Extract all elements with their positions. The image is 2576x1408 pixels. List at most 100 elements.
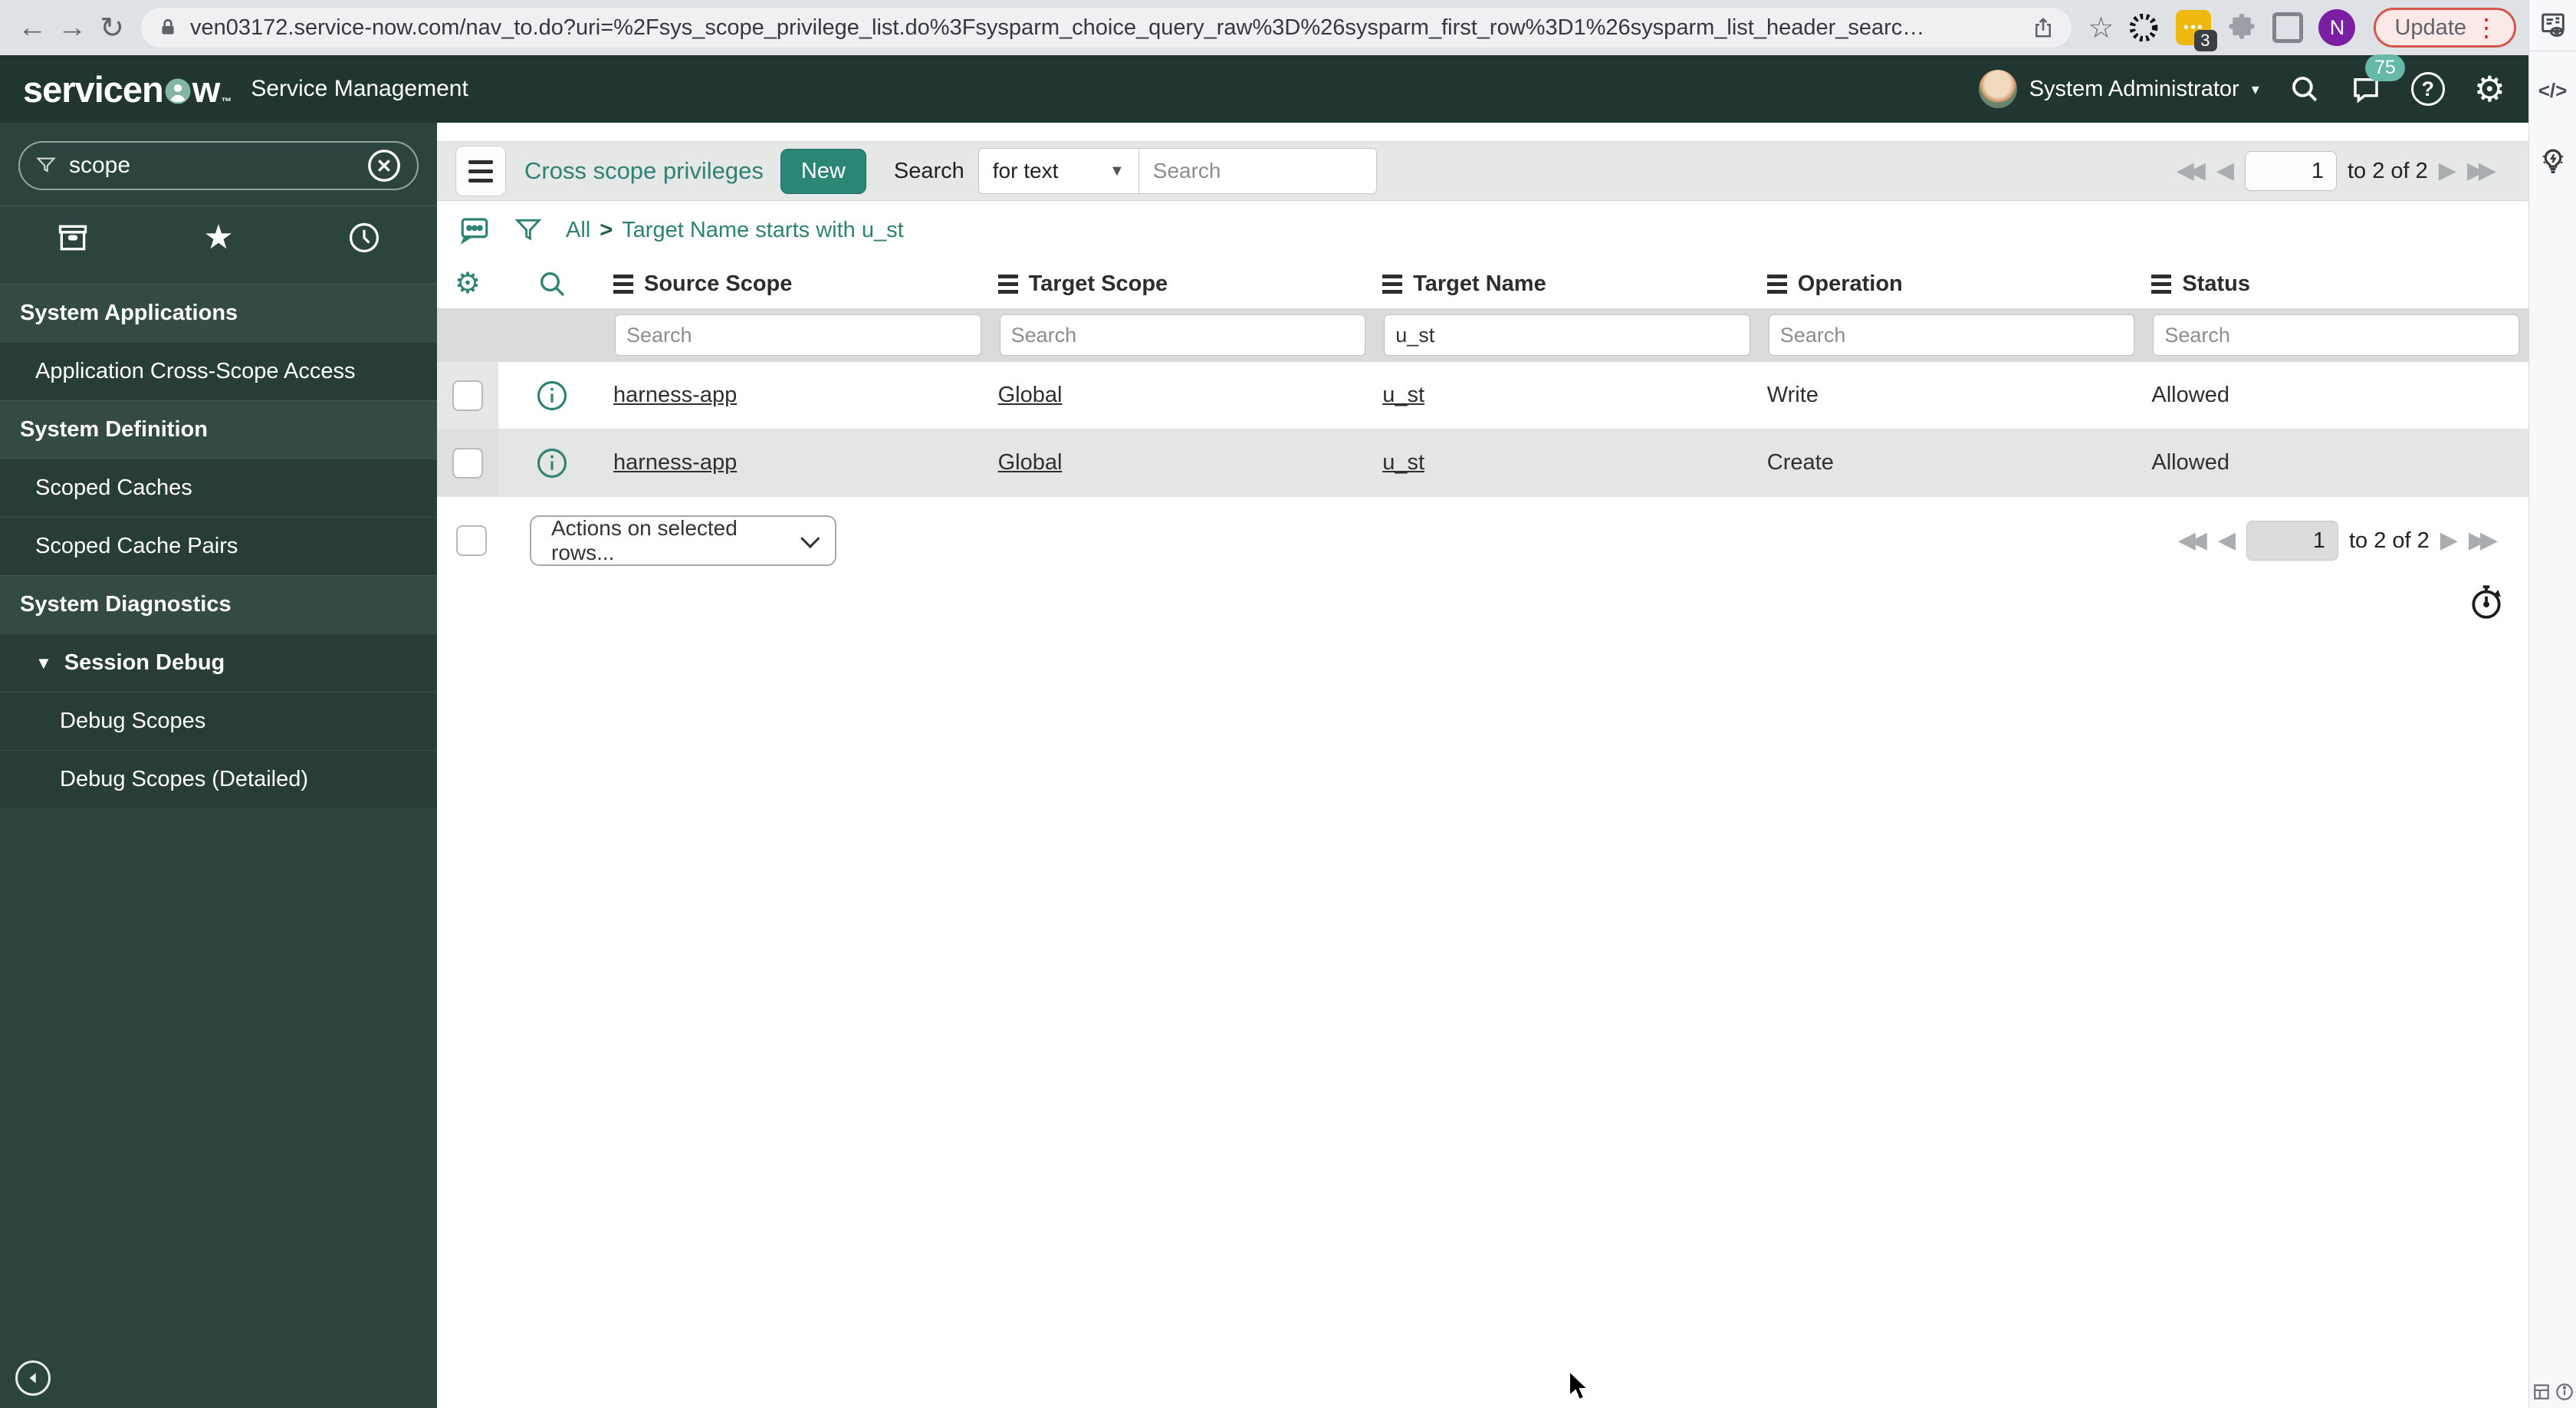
global-search-icon[interactable] — [2288, 73, 2321, 105]
record-info-icon[interactable] — [498, 380, 606, 412]
password-extension-icon[interactable]: ••• 3 — [2176, 10, 2218, 51]
first-page-button[interactable]: ◀◀ — [2177, 160, 2206, 183]
filter-source-scope-input[interactable] — [615, 314, 981, 356]
list-toolbar: Cross scope privileges New Search for te… — [437, 141, 2528, 201]
sidebar-section-system-definition[interactable]: System Definition — [0, 400, 437, 459]
collapse-sidebar-button[interactable] — [15, 1360, 51, 1396]
previous-page-button[interactable]: ◀ — [2216, 160, 2234, 183]
search-type-value: for text — [992, 159, 1059, 183]
target-scope-link[interactable]: Global — [998, 383, 1063, 407]
page-info-icon[interactable] — [2555, 1382, 2574, 1402]
next-page-button[interactable]: ▶ — [2440, 529, 2458, 552]
browser-back-button[interactable]: ← — [12, 8, 52, 48]
chevron-down-icon — [800, 528, 820, 548]
tab-history[interactable] — [291, 221, 437, 255]
url-text[interactable]: ven03172.service-now.com/nav_to.do?uri=%… — [190, 15, 2019, 41]
search-type-select[interactable]: for text ▼ — [978, 148, 1139, 194]
column-menu-icon[interactable] — [613, 274, 633, 294]
column-header-source-scope[interactable]: Source Scope — [606, 271, 991, 297]
tab-favorites[interactable]: ★ — [146, 220, 291, 255]
column-menu-icon[interactable] — [1382, 274, 1403, 294]
sidebar-section-system-diagnostics[interactable]: System Diagnostics — [0, 575, 437, 633]
column-header-status[interactable]: Status — [2144, 271, 2528, 297]
clear-filter-icon[interactable] — [366, 148, 402, 183]
browser-profile-avatar[interactable]: N — [2318, 9, 2356, 46]
column-header-target-scope[interactable]: Target Scope — [991, 271, 1375, 297]
sidebar-item-scoped-caches[interactable]: Scoped Caches — [0, 459, 437, 517]
select-all-checkbox[interactable] — [456, 525, 487, 556]
chat-icon[interactable]: 75 — [2350, 54, 2405, 105]
spinner-extension-icon[interactable] — [2127, 11, 2160, 44]
list-search-input[interactable] — [1138, 148, 1377, 194]
breadcrumb-funnel-icon[interactable] — [514, 215, 543, 245]
list-context-menu-button[interactable] — [455, 146, 506, 196]
first-page-button[interactable]: ◀◀ — [2178, 529, 2207, 552]
page-number-input[interactable] — [2244, 151, 2337, 191]
chevron-down-icon: ▾ — [2251, 81, 2259, 98]
side-panel-icon[interactable] — [2272, 12, 2304, 43]
row-checkbox[interactable] — [452, 380, 483, 411]
browser-forward-button[interactable]: → — [52, 8, 92, 48]
browser-menu-icon[interactable]: ⋮ — [2466, 13, 2506, 42]
previous-page-button[interactable]: ◀ — [2218, 529, 2236, 552]
browser-update-button[interactable]: Update ⋮ — [2374, 8, 2516, 48]
sidebar-item-debug-scopes-detailed[interactable]: Debug Scopes (Detailed) — [0, 750, 437, 808]
column-header-operation[interactable]: Operation — [1760, 271, 2144, 297]
list-personalize-gear-icon[interactable]: ⚙ — [437, 269, 498, 298]
filter-funnel-icon — [35, 155, 57, 176]
row-checkbox[interactable] — [452, 447, 483, 479]
reading-mode-icon[interactable] — [2529, 11, 2576, 41]
browser-reload-button[interactable]: ↻ — [92, 8, 132, 48]
settings-gear-icon[interactable]: ⚙ — [2474, 71, 2505, 107]
new-record-button[interactable]: New — [780, 148, 866, 194]
address-bar[interactable]: ven03172.service-now.com/nav_to.do?uri=%… — [141, 8, 2072, 48]
list-title[interactable]: Cross scope privileges — [524, 157, 764, 185]
actions-on-selected-rows-select[interactable]: Actions on selected rows... — [530, 515, 836, 566]
sidebar-item-debug-scopes[interactable]: Debug Scopes — [0, 692, 437, 750]
bookmark-star-icon[interactable]: ☆ — [2081, 8, 2121, 48]
target-name-link[interactable]: u_st — [1382, 383, 1424, 407]
source-scope-link[interactable]: harness-app — [613, 383, 737, 407]
sidebar-item-label: Debug Scopes — [60, 709, 206, 733]
actions-select-label: Actions on selected rows... — [551, 516, 738, 564]
filter-status-input[interactable] — [2153, 314, 2519, 356]
navigator-filter[interactable] — [18, 141, 419, 190]
user-menu[interactable]: System Administrator ▾ — [1978, 70, 2259, 108]
breadcrumb-all-link[interactable]: All — [566, 218, 590, 243]
column-menu-icon[interactable] — [2151, 274, 2172, 294]
target-scope-link[interactable]: Global — [998, 450, 1063, 475]
sidebar-section-system-applications[interactable]: System Applications — [0, 284, 437, 342]
operation-value: Create — [1766, 450, 1834, 475]
tab-all-applications[interactable] — [0, 221, 146, 255]
filter-operation-input[interactable] — [1768, 314, 2135, 356]
column-menu-icon[interactable] — [1766, 274, 1787, 294]
filter-target-name-input[interactable] — [1384, 314, 1750, 356]
share-icon[interactable] — [2032, 16, 2055, 39]
puzzle-extensions-icon[interactable] — [2226, 12, 2257, 43]
next-page-button[interactable]: ▶ — [2439, 160, 2456, 183]
list-search-toggle-icon[interactable] — [498, 268, 606, 299]
code-panel-icon[interactable]: </> — [2529, 79, 2576, 103]
lightbulb-hint-icon[interactable] — [2529, 146, 2576, 178]
column-header-target-name[interactable]: Target Name — [1375, 271, 1760, 297]
last-page-button[interactable]: ▶▶ — [2467, 160, 2496, 183]
help-icon[interactable]: ? — [2410, 72, 2445, 106]
page-number-input[interactable] — [2246, 521, 2338, 561]
response-time-icon[interactable] — [2467, 583, 2505, 621]
user-avatar — [1978, 70, 2017, 108]
sidebar-item-label: Scoped Cache Pairs — [35, 534, 238, 558]
record-info-icon[interactable] — [498, 447, 606, 479]
breadcrumb-filter-link[interactable]: Target Name starts with u_st — [622, 218, 903, 243]
column-label: Source Scope — [644, 271, 793, 296]
sidebar-subsection-session-debug[interactable]: ▼ Session Debug — [0, 633, 437, 692]
last-page-button[interactable]: ▶▶ — [2469, 529, 2498, 552]
filter-target-scope-input[interactable] — [999, 314, 1366, 356]
column-menu-icon[interactable] — [997, 274, 1018, 294]
sidebar-item-scoped-cache-pairs[interactable]: Scoped Cache Pairs — [0, 517, 437, 575]
navigator-filter-input[interactable] — [69, 153, 354, 179]
scroll-corner-icon[interactable] — [2532, 1382, 2551, 1402]
sidebar-item-application-cross-scope-access[interactable]: Application Cross-Scope Access — [0, 342, 437, 400]
list-chat-icon[interactable] — [458, 214, 491, 246]
source-scope-link[interactable]: harness-app — [613, 450, 737, 475]
target-name-link[interactable]: u_st — [1382, 450, 1424, 475]
